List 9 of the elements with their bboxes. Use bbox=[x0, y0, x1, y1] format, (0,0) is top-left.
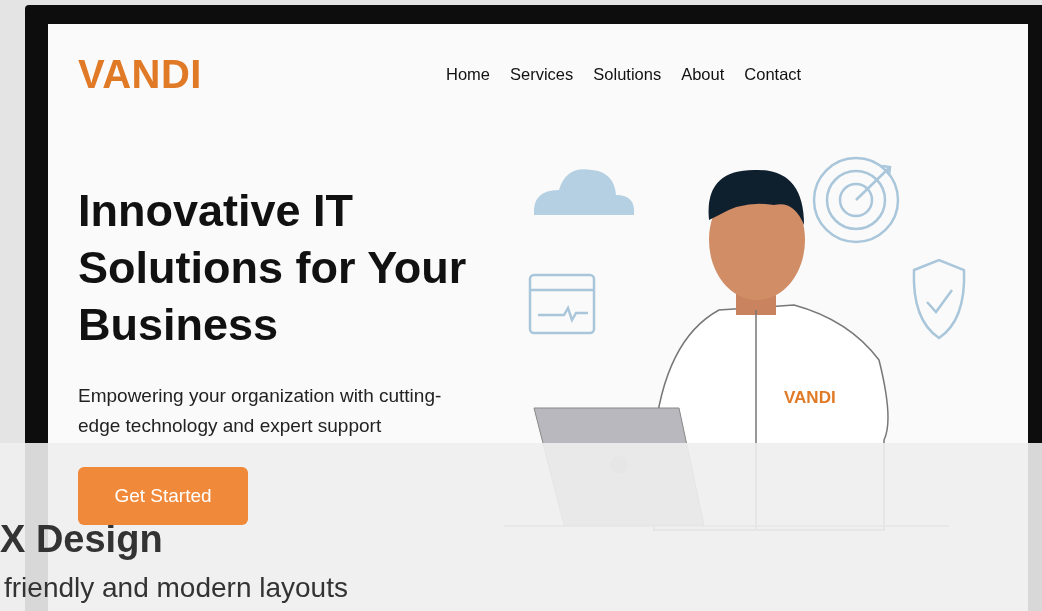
nav-link[interactable]: Contact bbox=[744, 64, 802, 84]
hero-subtitle: Empowering your organization with cutting-edge technology and expert support bbox=[78, 384, 443, 438]
nav-link[interactable]: Services bbox=[510, 64, 574, 84]
nav-link[interactable]: About bbox=[681, 64, 725, 84]
nav-link[interactable]: Solutions bbox=[593, 64, 662, 84]
shirt-logo-text: VANDI bbox=[784, 388, 836, 407]
nav-link[interactable]: Home bbox=[446, 64, 490, 84]
caption-text: friendly and modern layouts bbox=[4, 572, 348, 604]
hero-title: Innovative IT Solutions for Your Business bbox=[78, 184, 468, 352]
